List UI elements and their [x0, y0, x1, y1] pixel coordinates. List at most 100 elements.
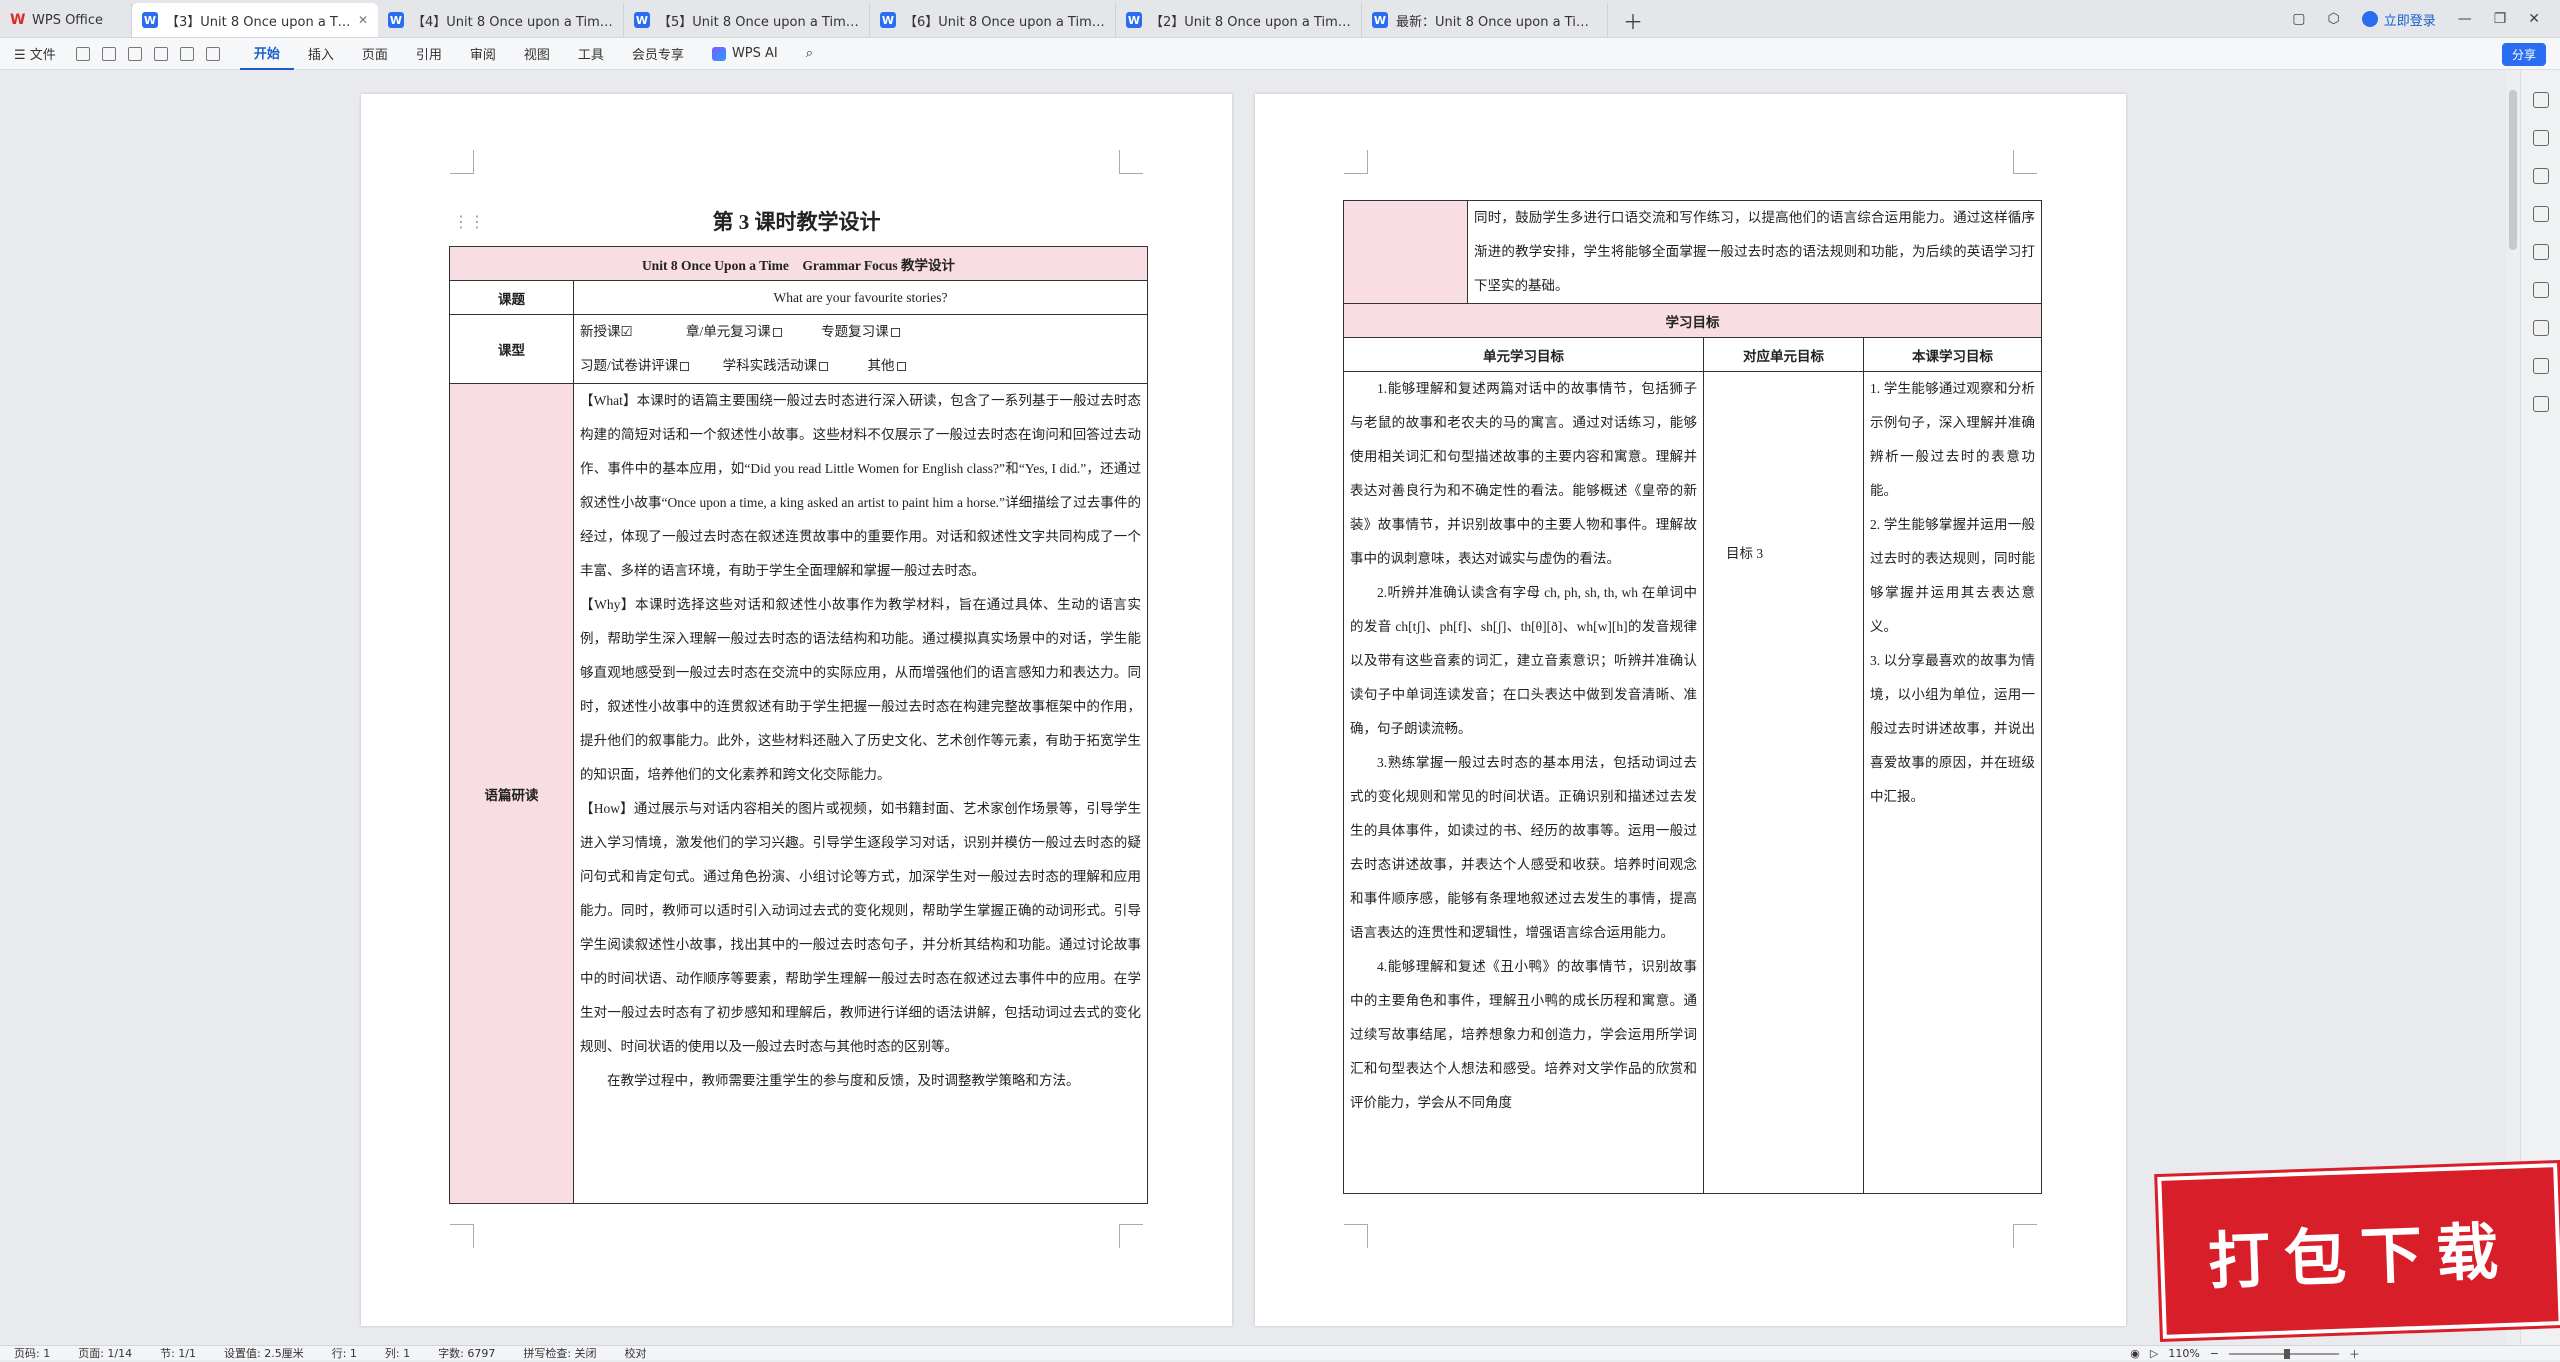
- search-icon[interactable]: ⌕: [792, 46, 827, 61]
- vertical-scrollbar[interactable]: [2506, 70, 2520, 1345]
- eye-icon[interactable]: ◉: [2130, 1347, 2140, 1360]
- login-button[interactable]: 立即登录: [2361, 10, 2436, 29]
- close-window-icon[interactable]: ✕: [2528, 11, 2540, 27]
- zoom-in-icon[interactable]: ＋: [2349, 1346, 2360, 1362]
- minimize-icon[interactable]: —: [2458, 11, 2472, 27]
- menu-tab-insert[interactable]: 插入: [294, 44, 348, 63]
- tab-document-2[interactable]: W 【2】Unit 8 Once upon a Time 第: [1116, 3, 1362, 37]
- image-icon[interactable]: [205, 46, 220, 61]
- file-menu[interactable]: ☰ 文件: [0, 44, 70, 63]
- cursor-icon[interactable]: [2532, 168, 2549, 184]
- zoom-level[interactable]: 110%: [2168, 1347, 2199, 1360]
- play-icon[interactable]: ▷: [2150, 1347, 2158, 1360]
- restore-icon[interactable]: ❐: [2494, 11, 2507, 27]
- type-option[interactable]: 专题复习课: [821, 324, 900, 339]
- wps-ai-button[interactable]: WPS AI: [698, 46, 792, 61]
- redo-icon[interactable]: [153, 46, 168, 61]
- checkbox-icon[interactable]: [896, 362, 906, 372]
- type-option[interactable]: 学科实践活动课: [723, 358, 829, 373]
- zoom-out-icon[interactable]: −: [2210, 1347, 2219, 1360]
- page-2: 同时，鼓励学生多进行口语交流和写作练习，以提高他们的语言综合运用能力。通过这样循…: [1255, 94, 2126, 1326]
- status-spell[interactable]: 拼写检查: 关闭: [509, 1345, 610, 1361]
- status-proof[interactable]: 校对: [611, 1345, 661, 1361]
- type-option[interactable]: 新授课☑: [580, 324, 633, 339]
- type-option[interactable]: 其他: [868, 358, 906, 373]
- help-icon[interactable]: [2532, 320, 2549, 336]
- zoom-control: ◉ ▷ 110% − ＋: [2130, 1346, 2360, 1361]
- menu-tab-home[interactable]: 开始: [239, 38, 294, 70]
- checkbox-icon[interactable]: [890, 328, 900, 338]
- crop-mark: [1119, 150, 1143, 174]
- type-option[interactable]: 章/单元复习课: [686, 324, 782, 339]
- crop-mark: [1344, 1224, 1368, 1248]
- settings-sliders-icon[interactable]: [2532, 206, 2549, 222]
- status-page[interactable]: 页码: 1: [0, 1345, 64, 1361]
- status-section[interactable]: 节: 1/1: [146, 1345, 210, 1361]
- ai-icon: [711, 46, 726, 61]
- review-icon[interactable]: [2532, 244, 2549, 260]
- lesson-goal-2: 2. 学生能够掌握并运用一般过去时的表达规则，同时能够掌握并运用其去表达意义。: [1870, 517, 2036, 634]
- analysis-what: 【What】本课时的语篇主要围绕一般过去时态进行深入研读，包含了一系列基于一般过…: [580, 393, 1141, 578]
- wps-logo-icon: W: [10, 12, 26, 28]
- status-bar: 页码: 1 页面: 1/14 节: 1/1 设置值: 2.5厘米 行: 1 列:…: [0, 1345, 2560, 1361]
- col-header-lesson-goals: 本课学习目标: [1862, 337, 2043, 372]
- menu-tab-review[interactable]: 审阅: [456, 44, 510, 63]
- type-label: 课型: [449, 314, 574, 384]
- status-row[interactable]: 行: 1: [318, 1345, 371, 1361]
- tab-wps-office[interactable]: W WPS Office: [0, 3, 132, 37]
- continued-paragraph: 同时，鼓励学生多进行口语交流和写作练习，以提高他们的语言综合运用能力。通过这样循…: [1474, 210, 2036, 293]
- more-icon[interactable]: [2532, 396, 2549, 412]
- analysis-content: 【What】本课时的语篇主要围绕一般过去时态进行深入研读，包含了一系列基于一般过…: [573, 383, 1148, 1204]
- analysis-label: 语篇研读: [449, 383, 574, 1204]
- status-words[interactable]: 字数: 6797: [424, 1345, 509, 1361]
- col-header-corresponding: 对应单元目标: [1703, 337, 1864, 372]
- tab-label: 【3】Unit 8 Once upon a Time: [166, 14, 352, 30]
- save-icon[interactable]: [75, 46, 90, 61]
- scrollbar-thumb[interactable]: [2509, 90, 2517, 250]
- unit-goals-cell: 1.能够理解和复述两篇对话中的故事情节，包括狮子与老鼠的故事和老农夫的马的寓言。…: [1343, 371, 1704, 1194]
- undo-icon[interactable]: [127, 46, 142, 61]
- layout-icon[interactable]: ▢: [2292, 11, 2305, 27]
- export-pdf-icon[interactable]: [179, 46, 194, 61]
- tab-bar: W WPS Office W 【3】Unit 8 Once upon a Tim…: [0, 0, 2560, 38]
- share-button[interactable]: 分享: [2501, 43, 2546, 66]
- pen-icon[interactable]: [2532, 130, 2549, 146]
- analysis-note: 在教学过程中，教师需要注重学生的参与度和反馈，及时调整教学策略和方法。: [607, 1073, 1080, 1088]
- tab-document-5[interactable]: W 【5】Unit 8 Once upon a Time 第: [624, 3, 870, 37]
- zoom-slider[interactable]: [2229, 1348, 2339, 1359]
- tab-document-6[interactable]: W 【6】Unit 8 Once upon a Time 第: [870, 3, 1116, 37]
- status-pages[interactable]: 页面: 1/14: [64, 1345, 146, 1361]
- writer-doc-icon: W: [1372, 12, 1388, 28]
- menu-tab-page[interactable]: 页面: [348, 44, 402, 63]
- menu-tab-member[interactable]: 会员专享: [618, 44, 698, 63]
- type-option[interactable]: 习题/试卷讲评课: [580, 358, 690, 373]
- document-title: 第 3 课时教学设计: [712, 210, 881, 234]
- tab-document-4[interactable]: W 【4】Unit 8 Once upon a Time 第: [378, 3, 624, 37]
- tab-document-3[interactable]: W 【3】Unit 8 Once upon a Time ✕: [132, 3, 378, 37]
- checkbox-icon[interactable]: [819, 362, 829, 372]
- corresponding-goal: 目标 3: [1703, 371, 1864, 1194]
- tab-document-latest[interactable]: W 最新：Unit 8 Once upon a Time 大: [1362, 3, 1608, 37]
- checkbox-icon[interactable]: [680, 362, 690, 372]
- checkbox-icon[interactable]: [772, 328, 782, 338]
- continued-content: 同时，鼓励学生多进行口语交流和写作练习，以提高他们的语言综合运用能力。通过这样循…: [1466, 200, 2043, 304]
- login-label: 立即登录: [2383, 13, 2436, 29]
- document-canvas[interactable]: ⋮⋮ 第 3 课时教学设计 Unit 8 Once Upon a Time Gr…: [0, 70, 2506, 1345]
- cube-icon[interactable]: ⬡: [2327, 11, 2339, 27]
- plugin-icon[interactable]: [2532, 358, 2549, 374]
- menu-tab-references[interactable]: 引用: [402, 44, 456, 63]
- status-setting[interactable]: 设置值: 2.5厘米: [210, 1345, 318, 1361]
- crop-mark: [2013, 1224, 2037, 1248]
- menu-tab-view[interactable]: 视图: [510, 44, 564, 63]
- menu-tab-tools[interactable]: 工具: [564, 44, 618, 63]
- status-col[interactable]: 列: 1: [371, 1345, 424, 1361]
- download-watermark[interactable]: 打包下载: [2157, 1163, 2560, 1339]
- zoom-slider-thumb[interactable]: [2284, 1348, 2290, 1359]
- type-options: 新授课☑ 章/单元复习课 专题复习课 习题/试卷讲评课 学科实践活动课 其他: [573, 314, 1148, 384]
- minus-icon[interactable]: [2532, 92, 2549, 108]
- crop-mark: [450, 1224, 474, 1248]
- print-icon[interactable]: [101, 46, 116, 61]
- tools-icon[interactable]: [2532, 282, 2549, 298]
- close-icon[interactable]: ✕: [358, 13, 368, 27]
- new-tab-button[interactable]: ＋: [1608, 3, 1658, 37]
